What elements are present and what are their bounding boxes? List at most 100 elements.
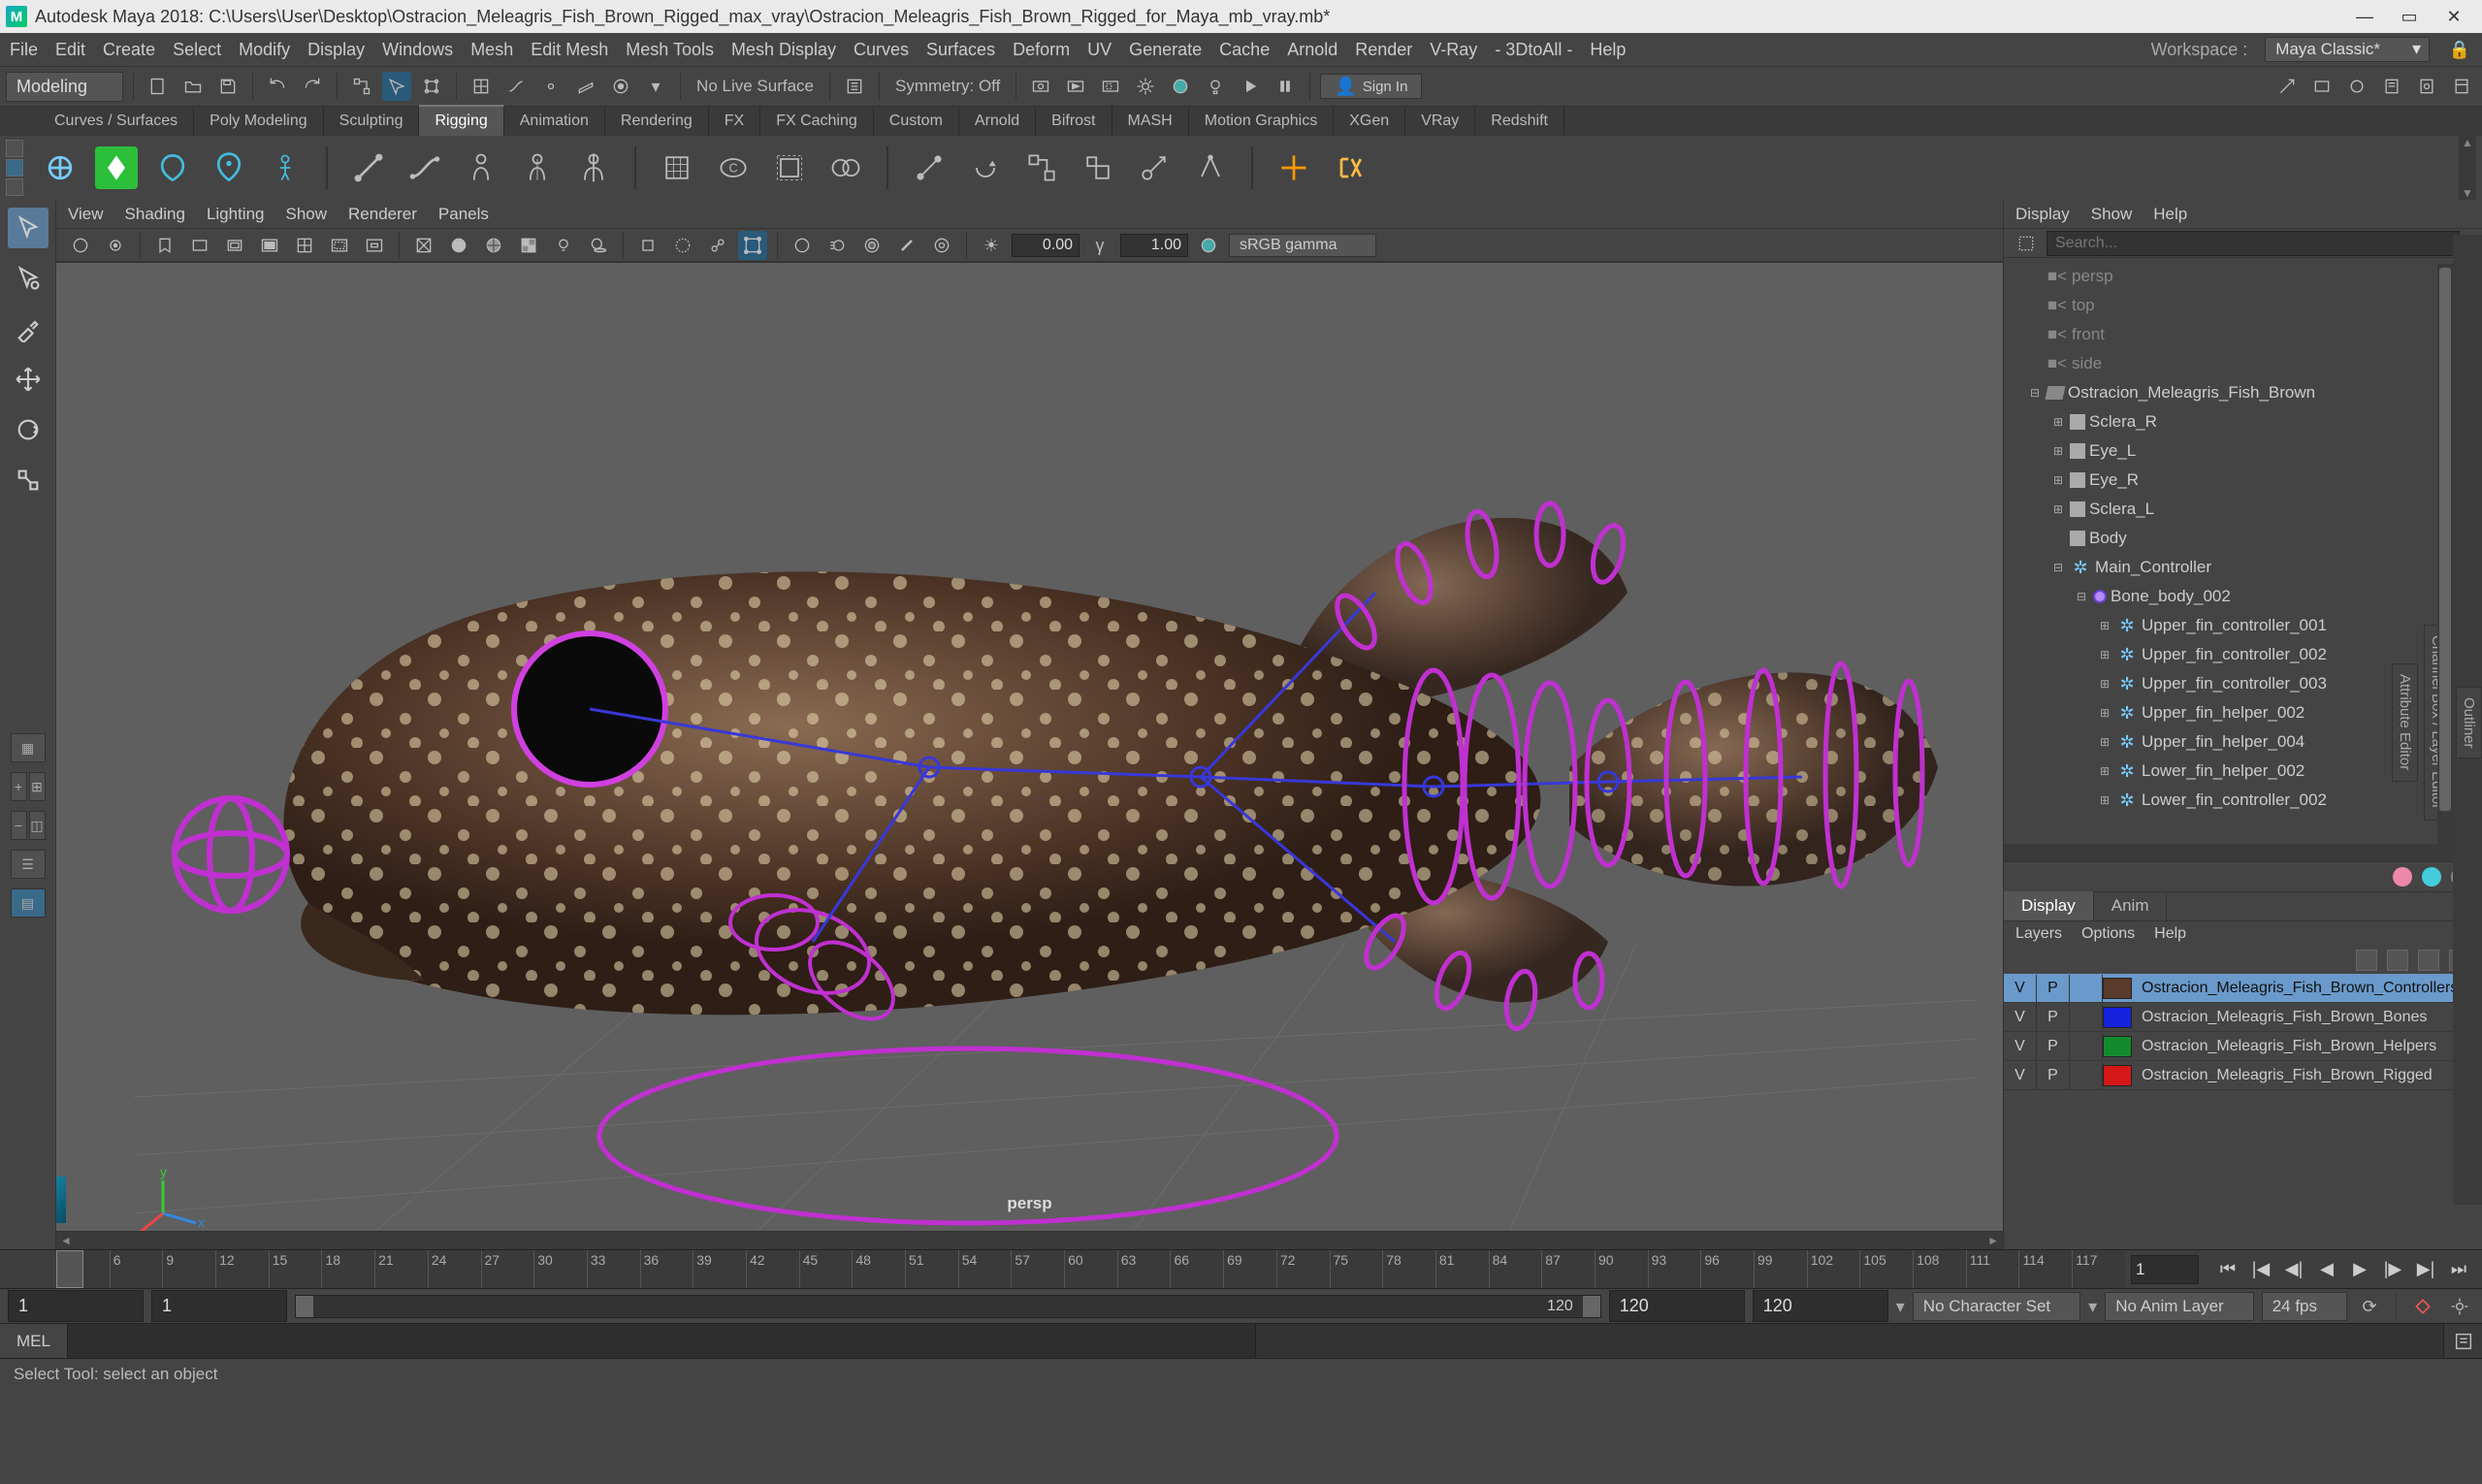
scale-constraint-icon[interactable]: [1077, 146, 1119, 189]
layout-remove-icon[interactable]: −: [11, 811, 27, 840]
main-menu-mesh-tools[interactable]: Mesh Tools: [626, 40, 714, 60]
ipr-render-icon[interactable]: [1061, 72, 1090, 101]
select-mode-component-icon[interactable]: [417, 72, 446, 101]
layer-p-toggle[interactable]: P: [2037, 1062, 2070, 1089]
expand-icon[interactable]: ⊞: [2097, 619, 2112, 632]
vp-image-plane-icon[interactable]: [185, 231, 214, 260]
toggle-channel-box-icon[interactable]: [2447, 72, 2476, 101]
viewport-menu-panels[interactable]: Panels: [438, 205, 489, 224]
layer-extra-toggle[interactable]: [2070, 1062, 2103, 1089]
script-lang-toggle[interactable]: MEL: [0, 1324, 68, 1358]
point-constraint-icon[interactable]: [908, 146, 951, 189]
expand-icon[interactable]: ⊟: [2027, 386, 2043, 400]
snap-curve-icon[interactable]: [501, 72, 531, 101]
main-menu-uv[interactable]: UV: [1087, 40, 1112, 60]
minimize-button[interactable]: —: [2342, 2, 2387, 31]
shelf-tab-fx[interactable]: FX: [709, 107, 760, 136]
layout-persp-outliner-icon[interactable]: ▤: [11, 888, 46, 918]
select-tool[interactable]: [8, 208, 48, 248]
vp-textured-icon[interactable]: [514, 231, 543, 260]
character-set-select[interactable]: No Character Set: [1913, 1292, 2080, 1321]
viewport-scrollbar-h[interactable]: [56, 1232, 2003, 1249]
vp-motion-blur-icon[interactable]: [822, 231, 852, 260]
side-tab-outliner[interactable]: Outliner: [2456, 687, 2482, 759]
lattice-icon[interactable]: [656, 146, 698, 189]
parent-constraint-icon[interactable]: [1020, 146, 1063, 189]
ik-spline-icon[interactable]: [403, 146, 446, 189]
shelf-tab-curves-surfaces[interactable]: Curves / Surfaces: [39, 107, 194, 136]
vp-isolate-icon[interactable]: [633, 231, 662, 260]
layer-extra-toggle[interactable]: [2070, 1033, 2103, 1060]
shelf-tab-arnold[interactable]: Arnold: [959, 107, 1036, 136]
layer-row[interactable]: VPOstracion_Meleagris_Fish_Brown_Rigged: [2004, 1061, 2482, 1090]
snap-point-icon[interactable]: [536, 72, 565, 101]
expand-icon[interactable]: ⊞: [2097, 735, 2112, 749]
ik-handle-icon[interactable]: [347, 146, 390, 189]
step-back-key-icon[interactable]: |◀: [2247, 1256, 2274, 1283]
construction-history-icon[interactable]: [840, 72, 869, 101]
main-menu-create[interactable]: Create: [103, 40, 155, 60]
vp-shadows-icon[interactable]: [584, 231, 613, 260]
paint-select-tool[interactable]: [8, 308, 48, 349]
expand-icon[interactable]: ⊞: [2050, 473, 2066, 487]
range-slider[interactable]: 1 120: [295, 1295, 1601, 1318]
vp-wire-shaded-icon[interactable]: [479, 231, 508, 260]
vp-camera-attr-icon[interactable]: [101, 231, 130, 260]
wrap-icon[interactable]: [768, 146, 811, 189]
close-button[interactable]: ✕: [2432, 2, 2476, 31]
tree-item-upper_fin_controller_001[interactable]: ⊞✲Upper_fin_controller_001: [2004, 611, 2482, 640]
workspace-select[interactable]: Maya Classic* ▾: [2265, 37, 2430, 62]
layer-row[interactable]: VPOstracion_Meleagris_Fish_Brown_Bones: [2004, 1003, 2482, 1032]
shelf-tab-bifrost[interactable]: Bifrost: [1036, 107, 1112, 136]
tree-item-front[interactable]: ■<front: [2004, 320, 2482, 349]
pole-vector-icon[interactable]: [1189, 146, 1232, 189]
tree-item-ostracion_meleagris_fish_brown[interactable]: ⊟Ostracion_Meleagris_Fish_Brown: [2004, 378, 2482, 407]
outliner-menu-show[interactable]: Show: [2091, 205, 2133, 224]
range-end-field[interactable]: [1609, 1290, 1745, 1322]
shelf-tab-fx-caching[interactable]: FX Caching: [760, 107, 874, 136]
tree-item-lower_fin_controller_002[interactable]: ⊞✲Lower_fin_controller_002: [2004, 786, 2482, 815]
vp-color-mgmt-icon[interactable]: [1194, 231, 1223, 260]
shelf-tab-motion-graphics[interactable]: Motion Graphics: [1189, 107, 1335, 136]
symmetry-label[interactable]: Symmetry: Off: [889, 77, 1006, 96]
expand-icon[interactable]: ⊟: [2074, 590, 2089, 603]
range-end-outer-field[interactable]: [1753, 1290, 1888, 1322]
tree-item-main_controller[interactable]: ⊟✲Main_Controller: [2004, 553, 2482, 582]
vp-wireframe-icon[interactable]: [409, 231, 438, 260]
layer-p-toggle[interactable]: P: [2037, 1004, 2070, 1031]
expand-icon[interactable]: ⊞: [2050, 415, 2066, 429]
vp-select-camera-icon[interactable]: [66, 231, 95, 260]
select-mode-hierarchy-icon[interactable]: [347, 72, 376, 101]
layer-move-up-icon[interactable]: [2356, 950, 2377, 971]
shelf-tab-xgen[interactable]: XGen: [1334, 107, 1405, 136]
expression-icon[interactable]: [1329, 146, 1371, 189]
tree-item-eye_r[interactable]: ⊞Eye_R: [2004, 466, 2482, 495]
layer-tab-anim[interactable]: Anim: [2094, 891, 2168, 920]
scale-tool[interactable]: [8, 460, 48, 500]
expand-icon[interactable]: ⊞: [2097, 793, 2112, 807]
vp-gamma-icon[interactable]: γ: [1085, 231, 1114, 260]
shelf-layout-toggle[interactable]: [6, 140, 23, 196]
main-menu-surfaces[interactable]: Surfaces: [926, 40, 995, 60]
go-to-start-icon[interactable]: ⏮: [2214, 1256, 2241, 1283]
shelf-tab-custom[interactable]: Custom: [874, 107, 959, 136]
viewport-menu-renderer[interactable]: Renderer: [348, 205, 417, 224]
layer-move-down-icon[interactable]: [2387, 950, 2408, 971]
layer-extra-toggle[interactable]: [2070, 1004, 2103, 1031]
vp-dof-icon[interactable]: [927, 231, 956, 260]
vp-aa-icon[interactable]: [892, 231, 921, 260]
redo-icon[interactable]: [298, 72, 327, 101]
outliner-search-input[interactable]: [2047, 231, 2460, 256]
main-menu-curves[interactable]: Curves: [854, 40, 909, 60]
layer-tab-display[interactable]: Display: [2004, 891, 2094, 920]
layer-p-toggle[interactable]: P: [2037, 1033, 2070, 1060]
layer-menu-options[interactable]: Options: [2081, 925, 2135, 943]
layer-row[interactable]: VPOstracion_Meleagris_Fish_Brown_Control…: [2004, 974, 2482, 1003]
shelf-tab-rendering[interactable]: Rendering: [605, 107, 709, 136]
layer-color-swatch[interactable]: [2103, 1036, 2132, 1057]
tree-item-body[interactable]: Body: [2004, 524, 2482, 553]
render-region-icon[interactable]: [1096, 72, 1125, 101]
hik-icon[interactable]: [208, 146, 250, 189]
layer-color-swatch[interactable]: [2103, 978, 2132, 999]
main-menu--3dtoall-[interactable]: - 3DtoAll -: [1495, 40, 1572, 60]
